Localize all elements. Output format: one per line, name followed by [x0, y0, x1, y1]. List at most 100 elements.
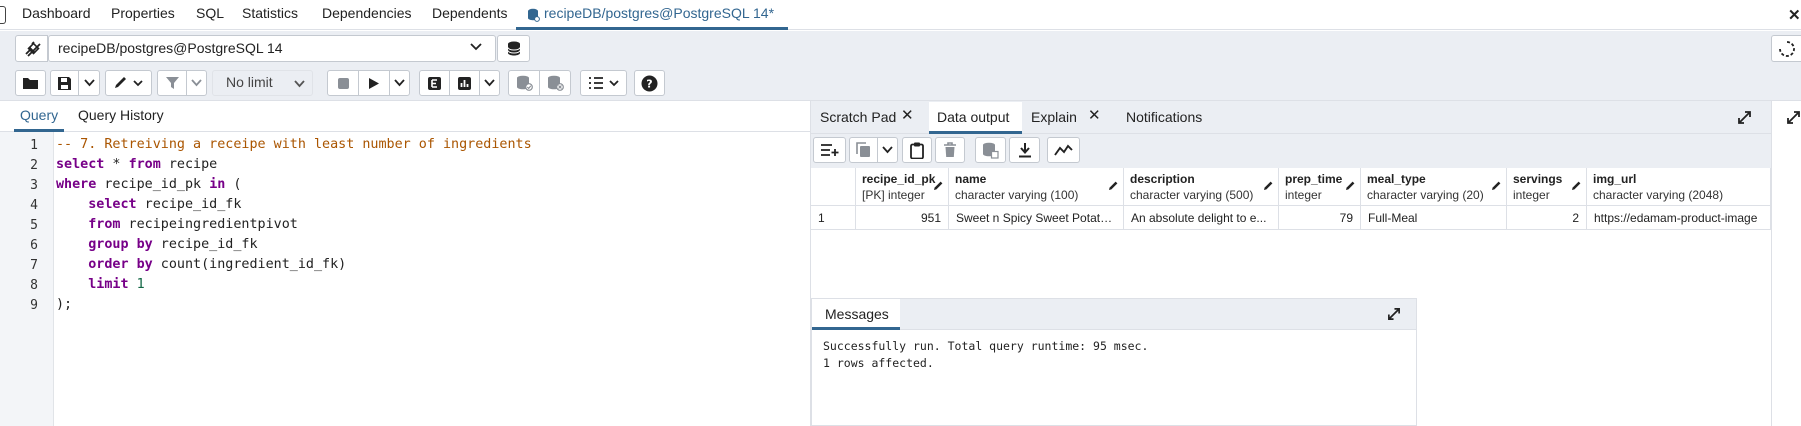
line-number: 5 — [30, 218, 38, 233]
row-limit-value: No limit — [226, 74, 273, 90]
chevron-down-icon — [470, 42, 482, 52]
cancel-query-button[interactable] — [327, 70, 359, 96]
execute-button[interactable] — [358, 70, 390, 96]
filter-options-dropdown[interactable] — [186, 70, 207, 96]
macros-button[interactable] — [580, 70, 627, 96]
edit-button[interactable] — [105, 70, 152, 96]
column-header[interactable]: meal_type character varying (20) — [1361, 168, 1507, 206]
line-number: 4 — [30, 198, 38, 213]
expand-icon[interactable] — [1737, 110, 1752, 125]
row-number-header — [811, 168, 856, 206]
close-icon[interactable]: ✕ — [1088, 106, 1101, 124]
tab-sql[interactable]: SQL — [196, 5, 224, 21]
column-header[interactable]: name character varying (100) — [949, 168, 1124, 206]
save-data-button[interactable] — [975, 137, 1006, 163]
execute-options-dropdown[interactable] — [389, 70, 410, 96]
table-cell[interactable]: Sweet n Spicy Sweet Potato... — [949, 206, 1124, 230]
pencil-icon — [114, 77, 143, 88]
close-icon[interactable]: ✕ — [901, 106, 914, 124]
tab-explain[interactable]: Explain — [1031, 109, 1077, 125]
column-header[interactable]: recipe_id_pk [PK] integer — [856, 168, 949, 206]
row-number[interactable]: 1 — [811, 206, 856, 230]
database-tab-icon — [527, 8, 540, 22]
save-file-button[interactable] — [50, 70, 79, 96]
tab-dashboard[interactable]: Dashboard — [22, 5, 91, 21]
graph-visualiser-button[interactable] — [1047, 137, 1080, 163]
tab-query-tool[interactable]: recipeDB/postgres@PostgreSQL 14* — [544, 5, 774, 21]
download-icon — [1018, 143, 1031, 158]
close-icon[interactable]: ✕ — [1788, 6, 1801, 24]
expand-icon[interactable] — [1786, 110, 1801, 125]
pencil-icon[interactable] — [1263, 180, 1274, 191]
filter-button[interactable] — [157, 70, 187, 96]
pencil-icon[interactable] — [933, 180, 944, 191]
tab-properties[interactable]: Properties — [111, 5, 175, 21]
column-type: integer — [1513, 188, 1550, 202]
table-cell[interactable]: Full-Meal — [1361, 206, 1507, 230]
column-header[interactable]: description character varying (500) — [1124, 168, 1279, 206]
panel-edge-icon — [0, 6, 6, 24]
paste-button[interactable] — [902, 137, 932, 163]
chevron-down-icon — [83, 79, 95, 87]
play-icon — [369, 77, 379, 89]
copy-button[interactable] — [849, 137, 878, 163]
clipboard-icon — [910, 142, 924, 159]
column-type: character varying (2048) — [1593, 188, 1724, 202]
code-line: select * from recipe — [56, 157, 218, 172]
explain-options-dropdown[interactable] — [479, 70, 500, 96]
add-row-button[interactable] — [813, 137, 846, 163]
pencil-icon[interactable] — [1491, 180, 1502, 191]
tab-scratch-pad[interactable]: Scratch Pad — [820, 109, 896, 125]
connection-status-button[interactable] — [15, 35, 48, 62]
table-cell[interactable]: An absolute delight to e... — [1124, 206, 1279, 230]
tab-statistics[interactable]: Statistics — [242, 5, 298, 21]
active-tab-indicator — [812, 327, 900, 330]
column-name: prep_time — [1285, 172, 1343, 186]
table-cell[interactable]: https://edamam-product-image — [1587, 206, 1771, 230]
column-type: character varying (100) — [955, 188, 1079, 202]
download-button[interactable] — [1009, 137, 1040, 163]
active-tab-indicator — [516, 27, 788, 30]
copy-options-dropdown[interactable] — [877, 137, 898, 163]
help-button[interactable]: ? — [634, 70, 665, 96]
line-chart-icon — [1054, 144, 1073, 156]
pencil-icon[interactable] — [1571, 180, 1582, 191]
tab-data-output[interactable]: Data output — [937, 109, 1009, 125]
add-row-icon — [820, 144, 838, 156]
chevron-down-icon — [484, 79, 495, 87]
pencil-icon[interactable] — [1108, 180, 1119, 191]
open-file-button[interactable] — [15, 70, 46, 96]
column-header[interactable]: prep_time integer — [1279, 168, 1361, 206]
table-cell[interactable]: 2 — [1507, 206, 1587, 230]
expand-icon[interactable] — [1387, 307, 1401, 321]
save-options-dropdown[interactable] — [78, 70, 100, 96]
tab-query-history[interactable]: Query History — [78, 107, 164, 123]
messages-header — [811, 298, 1417, 330]
delete-button[interactable] — [935, 137, 965, 163]
tab-dependencies[interactable]: Dependencies — [322, 5, 412, 21]
pencil-icon[interactable] — [1345, 180, 1356, 191]
tab-notifications[interactable]: Notifications — [1126, 109, 1202, 125]
table-cell[interactable]: 951 — [856, 206, 949, 230]
commit-button[interactable] — [508, 70, 540, 96]
tab-dependents[interactable]: Dependents — [432, 5, 508, 21]
explain-button[interactable] — [419, 70, 450, 96]
column-name: meal_type — [1367, 172, 1426, 186]
explain-e-icon — [428, 76, 441, 90]
rollback-button[interactable] — [539, 70, 571, 96]
column-header[interactable]: servings integer — [1507, 168, 1587, 206]
explain-analyze-button[interactable] — [449, 70, 480, 96]
tab-messages[interactable]: Messages — [825, 306, 889, 322]
line-number: 1 — [30, 138, 38, 153]
new-connection-button[interactable] — [497, 35, 530, 62]
tab-query[interactable]: Query — [20, 107, 58, 123]
column-type: character varying (20) — [1367, 188, 1484, 202]
column-header[interactable]: img_url character varying (2048) — [1587, 168, 1771, 206]
loading-icon — [1778, 40, 1795, 57]
chevron-down-icon — [294, 80, 305, 88]
refresh-button[interactable] — [1771, 35, 1801, 62]
table-cell[interactable]: 79 — [1279, 206, 1361, 230]
column-name: servings — [1513, 172, 1563, 186]
code-line: from recipeingredientpivot — [88, 217, 298, 232]
line-number: 8 — [30, 278, 38, 293]
